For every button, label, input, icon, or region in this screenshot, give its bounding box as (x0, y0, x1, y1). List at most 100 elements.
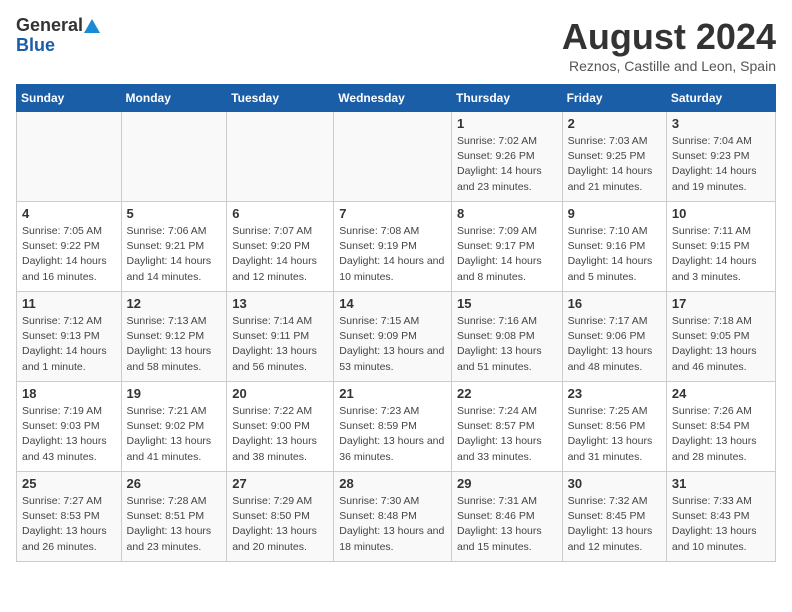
calendar-day-cell: 20 Sunrise: 7:22 AMSunset: 9:00 PMDayligh… (227, 382, 334, 472)
day-number: 31 (672, 476, 770, 491)
calendar-day-cell: 14 Sunrise: 7:15 AMSunset: 9:09 PMDayligh… (334, 292, 452, 382)
calendar-day-cell: 1 Sunrise: 7:02 AMSunset: 9:26 PMDaylight… (451, 112, 562, 202)
day-info: Sunrise: 7:14 AMSunset: 9:11 PMDaylight:… (232, 314, 328, 375)
calendar-header-sunday: Sunday (17, 85, 122, 112)
calendar-day-cell (227, 112, 334, 202)
calendar-week-row: 11 Sunrise: 7:12 AMSunset: 9:13 PMDayligh… (17, 292, 776, 382)
calendar-day-cell: 10Sunrise: 7:11 AMSunset: 9:15 PMDayligh… (666, 202, 775, 292)
day-info: Sunrise: 7:30 AMSunset: 8:48 PMDaylight:… (339, 494, 446, 555)
day-number: 3 (672, 116, 770, 131)
day-info: Sunrise: 7:29 AMSunset: 8:50 PMDaylight:… (232, 494, 328, 555)
day-info: Sunrise: 7:28 AMSunset: 8:51 PMDaylight:… (127, 494, 222, 555)
calendar-day-cell: 23 Sunrise: 7:25 AMSunset: 8:56 PMDayligh… (562, 382, 666, 472)
calendar-day-cell: 21 Sunrise: 7:23 AMSunset: 8:59 PMDayligh… (334, 382, 452, 472)
calendar-day-cell: 27 Sunrise: 7:29 AMSunset: 8:50 PMDayligh… (227, 472, 334, 562)
calendar-day-cell: 22Sunrise: 7:24 AMSunset: 8:57 PMDayligh… (451, 382, 562, 472)
day-info: Sunrise: 7:23 AMSunset: 8:59 PMDaylight:… (339, 404, 446, 465)
calendar-day-cell: 30 Sunrise: 7:32 AMSunset: 8:45 PMDayligh… (562, 472, 666, 562)
day-number: 24 (672, 386, 770, 401)
calendar-day-cell: 12 Sunrise: 7:13 AMSunset: 9:12 PMDayligh… (121, 292, 227, 382)
calendar-day-cell: 18Sunrise: 7:19 AMSunset: 9:03 PMDayligh… (17, 382, 122, 472)
calendar-day-cell (121, 112, 227, 202)
day-number: 27 (232, 476, 328, 491)
calendar-day-cell: 3 Sunrise: 7:04 AMSunset: 9:23 PMDaylight… (666, 112, 775, 202)
calendar-day-cell: 24 Sunrise: 7:26 AMSunset: 8:54 PMDayligh… (666, 382, 775, 472)
day-number: 19 (127, 386, 222, 401)
calendar-day-cell: 25Sunrise: 7:27 AMSunset: 8:53 PMDayligh… (17, 472, 122, 562)
day-number: 11 (22, 296, 116, 311)
day-number: 1 (457, 116, 557, 131)
page-header: General Blue August 2024 Reznos, Castill… (16, 16, 776, 74)
calendar-week-row: 25Sunrise: 7:27 AMSunset: 8:53 PMDayligh… (17, 472, 776, 562)
calendar-table: SundayMondayTuesdayWednesdayThursdayFrid… (16, 84, 776, 562)
day-info: Sunrise: 7:15 AMSunset: 9:09 PMDaylight:… (339, 314, 446, 375)
day-number: 14 (339, 296, 446, 311)
day-number: 7 (339, 206, 446, 221)
day-info: Sunrise: 7:33 AMSunset: 8:43 PMDaylight:… (672, 494, 770, 555)
calendar-week-row: 18Sunrise: 7:19 AMSunset: 9:03 PMDayligh… (17, 382, 776, 472)
logo-blue-text: Blue (16, 35, 55, 55)
day-info: Sunrise: 7:10 AMSunset: 9:16 PMDaylight:… (568, 224, 661, 285)
day-info: Sunrise: 7:31 AMSunset: 8:46 PMDaylight:… (457, 494, 557, 555)
calendar-day-cell (334, 112, 452, 202)
day-info: Sunrise: 7:25 AMSunset: 8:56 PMDaylight:… (568, 404, 661, 465)
day-info: Sunrise: 7:32 AMSunset: 8:45 PMDaylight:… (568, 494, 661, 555)
calendar-day-cell: 6 Sunrise: 7:07 AMSunset: 9:20 PMDaylight… (227, 202, 334, 292)
calendar-location: Reznos, Castille and Leon, Spain (562, 58, 776, 74)
calendar-header-wednesday: Wednesday (334, 85, 452, 112)
day-info: Sunrise: 7:04 AMSunset: 9:23 PMDaylight:… (672, 134, 770, 195)
day-info: Sunrise: 7:02 AMSunset: 9:26 PMDaylight:… (457, 134, 557, 195)
day-number: 23 (568, 386, 661, 401)
calendar-day-cell: 16Sunrise: 7:17 AMSunset: 9:06 PMDayligh… (562, 292, 666, 382)
day-number: 29 (457, 476, 557, 491)
day-info: Sunrise: 7:07 AMSunset: 9:20 PMDaylight:… (232, 224, 328, 285)
calendar-day-cell: 7 Sunrise: 7:08 AMSunset: 9:19 PMDaylight… (334, 202, 452, 292)
day-number: 26 (127, 476, 222, 491)
logo-icon (83, 17, 101, 35)
calendar-header-monday: Monday (121, 85, 227, 112)
day-number: 9 (568, 206, 661, 221)
calendar-day-cell: 4 Sunrise: 7:05 AMSunset: 9:22 PMDaylight… (17, 202, 122, 292)
calendar-week-row: 4 Sunrise: 7:05 AMSunset: 9:22 PMDaylight… (17, 202, 776, 292)
logo: General Blue (16, 16, 101, 56)
day-number: 21 (339, 386, 446, 401)
calendar-day-cell: 8Sunrise: 7:09 AMSunset: 9:17 PMDaylight… (451, 202, 562, 292)
day-info: Sunrise: 7:16 AMSunset: 9:08 PMDaylight:… (457, 314, 557, 375)
day-info: Sunrise: 7:05 AMSunset: 9:22 PMDaylight:… (22, 224, 116, 285)
calendar-header-saturday: Saturday (666, 85, 775, 112)
day-number: 6 (232, 206, 328, 221)
calendar-day-cell: 17Sunrise: 7:18 AMSunset: 9:05 PMDayligh… (666, 292, 775, 382)
day-info: Sunrise: 7:18 AMSunset: 9:05 PMDaylight:… (672, 314, 770, 375)
calendar-day-cell: 31 Sunrise: 7:33 AMSunset: 8:43 PMDayligh… (666, 472, 775, 562)
calendar-header-friday: Friday (562, 85, 666, 112)
day-info: Sunrise: 7:22 AMSunset: 9:00 PMDaylight:… (232, 404, 328, 465)
day-number: 18 (22, 386, 116, 401)
calendar-day-cell: 11 Sunrise: 7:12 AMSunset: 9:13 PMDayligh… (17, 292, 122, 382)
calendar-day-cell: 2 Sunrise: 7:03 AMSunset: 9:25 PMDaylight… (562, 112, 666, 202)
calendar-day-cell: 15Sunrise: 7:16 AMSunset: 9:08 PMDayligh… (451, 292, 562, 382)
day-info: Sunrise: 7:27 AMSunset: 8:53 PMDaylight:… (22, 494, 116, 555)
calendar-day-cell: 29 Sunrise: 7:31 AMSunset: 8:46 PMDayligh… (451, 472, 562, 562)
calendar-day-cell: 26 Sunrise: 7:28 AMSunset: 8:51 PMDayligh… (121, 472, 227, 562)
day-number: 2 (568, 116, 661, 131)
day-number: 10 (672, 206, 770, 221)
calendar-title: August 2024 (562, 16, 776, 58)
day-number: 8 (457, 206, 557, 221)
calendar-day-cell: 19Sunrise: 7:21 AMSunset: 9:02 PMDayligh… (121, 382, 227, 472)
day-info: Sunrise: 7:13 AMSunset: 9:12 PMDaylight:… (127, 314, 222, 375)
day-number: 12 (127, 296, 222, 311)
day-number: 28 (339, 476, 446, 491)
calendar-day-cell: 28 Sunrise: 7:30 AMSunset: 8:48 PMDayligh… (334, 472, 452, 562)
calendar-day-cell: 9 Sunrise: 7:10 AMSunset: 9:16 PMDaylight… (562, 202, 666, 292)
day-info: Sunrise: 7:26 AMSunset: 8:54 PMDaylight:… (672, 404, 770, 465)
day-info: Sunrise: 7:03 AMSunset: 9:25 PMDaylight:… (568, 134, 661, 195)
calendar-week-row: 1 Sunrise: 7:02 AMSunset: 9:26 PMDaylight… (17, 112, 776, 202)
day-info: Sunrise: 7:06 AMSunset: 9:21 PMDaylight:… (127, 224, 222, 285)
day-number: 4 (22, 206, 116, 221)
calendar-day-cell: 5Sunrise: 7:06 AMSunset: 9:21 PMDaylight… (121, 202, 227, 292)
day-number: 30 (568, 476, 661, 491)
day-info: Sunrise: 7:12 AMSunset: 9:13 PMDaylight:… (22, 314, 116, 375)
day-number: 20 (232, 386, 328, 401)
day-info: Sunrise: 7:08 AMSunset: 9:19 PMDaylight:… (339, 224, 446, 285)
title-block: August 2024 Reznos, Castille and Leon, S… (562, 16, 776, 74)
